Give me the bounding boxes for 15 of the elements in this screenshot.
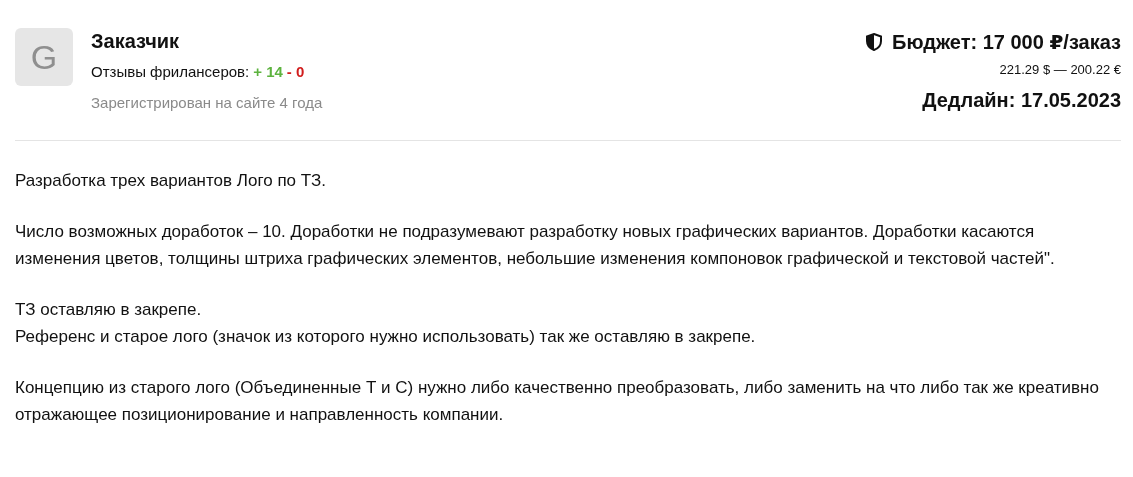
description-paragraph: Референс и старое лого (значок из которого нужно использовать) так же оставляю в закрепе. [15,326,757,348]
customer-name: Заказчик [91,30,181,53]
currency-conversion: 221.29 $ — 200.22 € [999,62,1121,77]
description-paragraph: Концепцию из старого лого (Объединенные Т и С) нужно либо качественно преобразовать, либо заменить на что либо так же креативно отражающее позиционирование и направленность компании. [15,377,1100,426]
description-paragraph: Разработка трех вариантов Лого по ТЗ. [15,170,327,192]
avatar: G [15,28,73,86]
negative-reviews: - 0 [286,63,305,80]
registration-info: Зарегистрирован на сайте 4 года [91,94,323,111]
positive-reviews: + 14 [253,63,283,80]
budget: Бюджет: 17 000 ₽/заказ [892,30,1121,54]
description-paragraph: Число возможных доработок – 10. Доработки не подразумевают разработку новых графических вариантов. Доработки касаются изменения цветов, толщины штриха графических элементов, небольшие изменения компоновок графической и текстовой частей". [15,221,1056,270]
reviews-label: Отзывы фрилансеров: [91,63,250,80]
description-paragraph: ТЗ оставляю в закрепе. [15,299,203,321]
deadline: Дедлайн: 17.05.2023 [922,89,1121,112]
shield-icon [866,33,882,51]
